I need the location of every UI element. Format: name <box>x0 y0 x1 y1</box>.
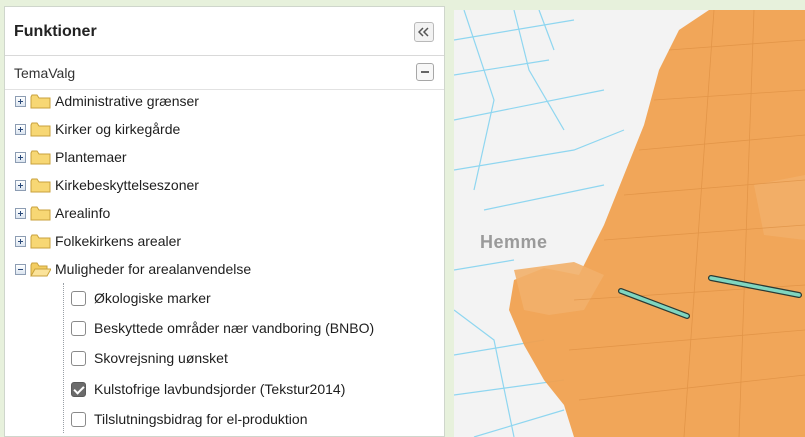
collapse-panel-button[interactable] <box>414 22 434 42</box>
folder-label: Administrative grænser <box>55 93 199 109</box>
functions-panel: Funktioner TemaValg Administrative græns… <box>4 6 445 437</box>
expand-plus-icon[interactable] <box>15 208 26 219</box>
minus-icon <box>421 71 429 73</box>
panel-title: Funktioner <box>14 23 97 40</box>
layer-label: Skovrejsning uønsket <box>94 350 228 366</box>
layer-checkbox[interactable] <box>71 291 86 306</box>
collapse-minus-icon[interactable] <box>15 264 26 275</box>
folder-icon <box>30 178 51 193</box>
layer-item-kulstofrige[interactable]: Kulstofrige lavbundsjorder (Tekstur2014) <box>5 377 444 407</box>
layer-label: Beskyttede områder nær vandboring (BNBO) <box>94 320 375 336</box>
expand-plus-icon[interactable] <box>15 124 26 135</box>
layer-label: Økologiske marker <box>94 290 211 306</box>
folder-icon <box>30 150 51 165</box>
open-folder-icon <box>30 262 51 277</box>
tema-section-header: TemaValg <box>5 56 444 90</box>
layer-checkbox[interactable] <box>71 321 86 336</box>
expand-plus-icon[interactable] <box>15 236 26 247</box>
folder-label: Kirkebeskyttelseszoner <box>55 177 199 193</box>
double-chevron-left-icon <box>418 27 429 37</box>
tree-folder-kirker[interactable]: Kirker og kirkegårde <box>5 118 444 142</box>
layer-label: Kulstofrige lavbundsjorder (Tekstur2014) <box>94 381 346 397</box>
expand-plus-icon[interactable] <box>15 152 26 163</box>
layer-checkbox-checked[interactable] <box>71 382 86 397</box>
folder-icon <box>30 206 51 221</box>
map-place-label: Hemme <box>480 232 548 252</box>
folder-label: Arealinfo <box>55 205 111 221</box>
folder-icon <box>30 122 51 137</box>
folder-label: Plantemaer <box>55 149 127 165</box>
layer-item-skovrejsning[interactable]: Skovrejsning uønsket <box>5 346 444 376</box>
layer-item-oekologiske[interactable]: Økologiske marker <box>5 286 444 316</box>
map-view[interactable]: Hemme <box>454 10 805 437</box>
expand-plus-icon[interactable] <box>15 96 26 107</box>
tree-folder-muligheder[interactable]: Muligheder for arealanvendelse <box>5 258 444 282</box>
tree-folder-folkekirkens[interactable]: Folkekirkens arealer <box>5 230 444 254</box>
folder-label: Folkekirkens arealer <box>55 233 182 249</box>
map-canvas[interactable] <box>454 10 805 437</box>
expand-plus-icon[interactable] <box>15 180 26 191</box>
tree-folder-plantemaer[interactable]: Plantemaer <box>5 146 444 170</box>
layer-item-bnbo[interactable]: Beskyttede områder nær vandboring (BNBO) <box>5 316 444 346</box>
folder-icon <box>30 94 51 109</box>
layer-label: Tilslutningsbidrag for el-produktion <box>94 411 308 427</box>
layer-checkbox[interactable] <box>71 412 86 427</box>
folder-label: Muligheder for arealanvendelse <box>55 261 252 277</box>
tree-folder-kirkebeskyttelse[interactable]: Kirkebeskyttelseszoner <box>5 174 444 198</box>
tree-folder-arealinfo[interactable]: Arealinfo <box>5 202 444 226</box>
collapse-tema-button[interactable] <box>416 63 434 81</box>
layer-checkbox[interactable] <box>71 351 86 366</box>
layer-item-tilslutning[interactable]: Tilslutningsbidrag for el-produktion <box>5 407 444 436</box>
tema-label: TemaValg <box>14 65 76 81</box>
folder-icon <box>30 234 51 249</box>
panel-header: Funktioner <box>5 7 444 56</box>
folder-label: Kirker og kirkegårde <box>55 121 181 137</box>
tree-folder-administrative[interactable]: Administrative grænser <box>5 90 444 114</box>
